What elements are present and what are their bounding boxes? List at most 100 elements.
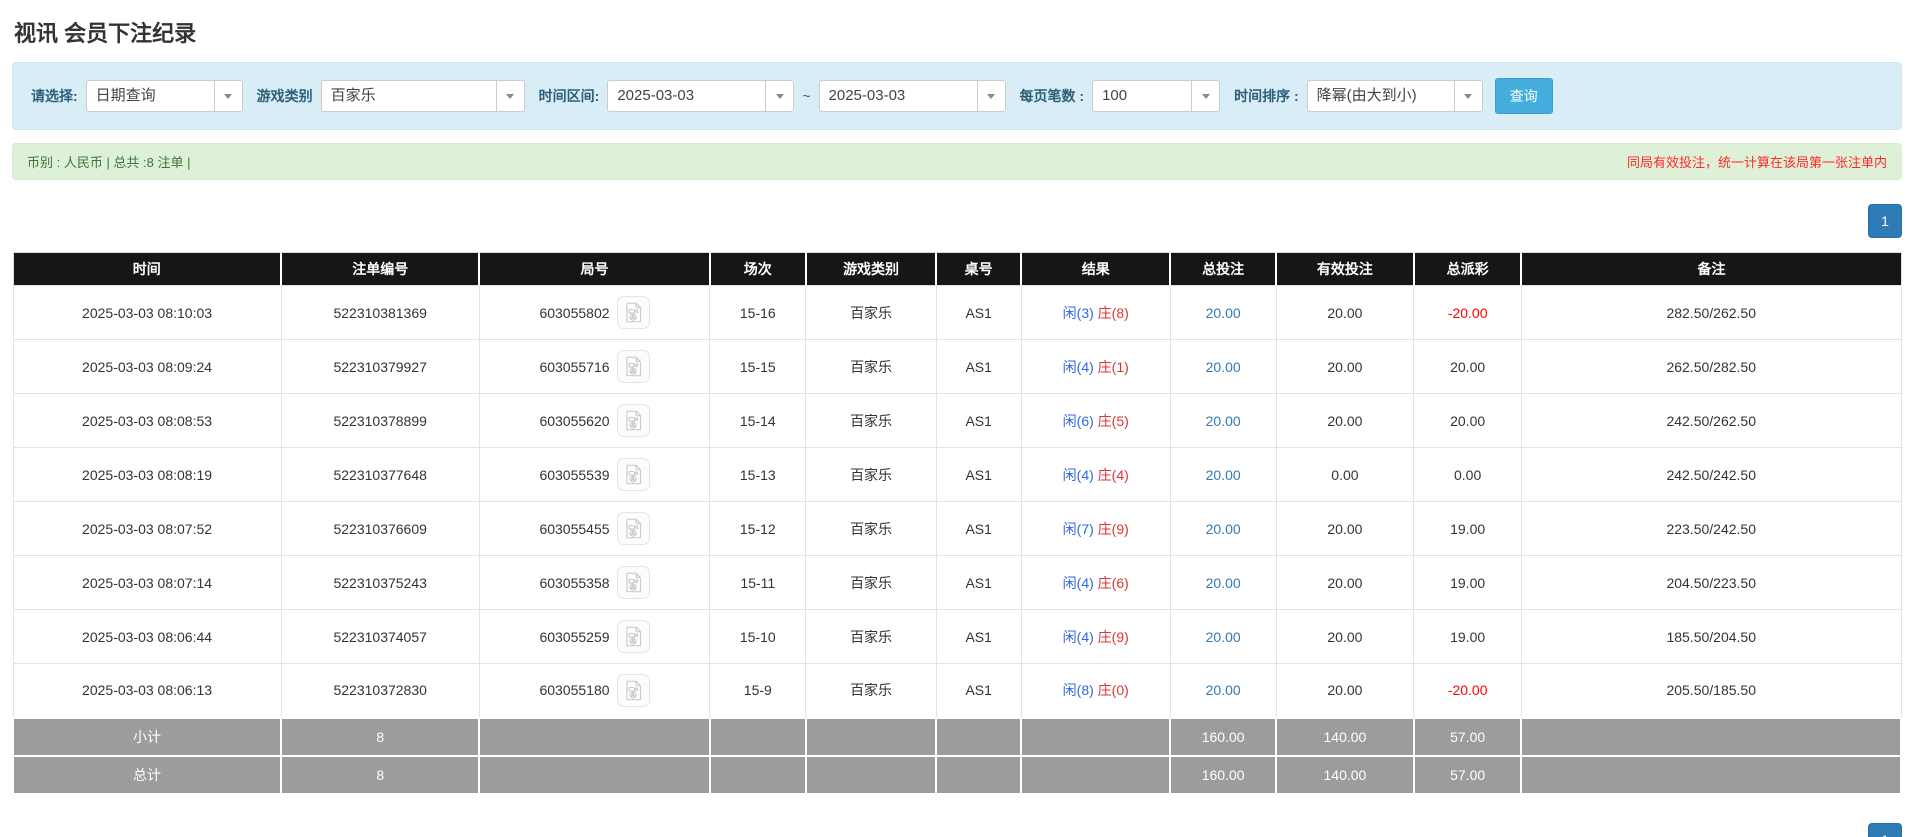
round-id: 603055180 [539, 682, 610, 699]
chevron-down-icon[interactable] [1453, 81, 1482, 111]
video-replay-button[interactable] [616, 512, 650, 545]
currency-summary-text: 币别 : 人民币 | 总共 :8 注单 | [27, 155, 191, 170]
total-bet-link[interactable]: 20.00 [1169, 663, 1277, 718]
table-row: 2025-03-03 08:09:24 522310379927 6030557… [12, 339, 1902, 394]
page: 视讯 会员下注纪录 请选择: 日期查询 游戏类别 百家乐 时间区间: 2025-… [0, 0, 1914, 837]
round-id-cell: 603055358 [478, 555, 711, 610]
query-type-value: 日期查询 [95, 87, 156, 104]
payout-value: -20.00 [1413, 663, 1522, 718]
table-no: AS1 [935, 285, 1022, 340]
payout-value: 0.00 [1413, 447, 1522, 502]
video-replay-button[interactable] [616, 566, 650, 599]
round-id: 603055620 [539, 412, 610, 429]
chevron-down-icon[interactable] [495, 81, 524, 111]
date-to-value: 2025-03-03 [828, 87, 906, 104]
video-replay-button[interactable] [616, 350, 650, 383]
total-bet-link[interactable]: 20.00 [1169, 555, 1277, 610]
result-player: 闲(7) [1062, 520, 1094, 537]
chevron-down-icon[interactable] [1191, 81, 1220, 111]
remark: 282.50/262.50 [1520, 285, 1902, 340]
query-type-select[interactable]: 日期查询 [85, 80, 243, 112]
video-replay-button[interactable] [616, 620, 650, 653]
table-row: 2025-03-03 08:07:52 522310376609 6030554… [12, 501, 1902, 556]
total-bet-link[interactable]: 20.00 [1169, 339, 1277, 394]
page-size-select[interactable]: 100 [1092, 80, 1221, 112]
chevron-down-icon[interactable] [976, 81, 1005, 111]
video-replay-button[interactable] [616, 404, 650, 437]
bet-id: 522310379927 [280, 339, 480, 394]
video-file-icon [625, 464, 641, 485]
page-1-button[interactable]: 1 [1868, 204, 1902, 238]
total-bet-link[interactable]: 20.00 [1169, 501, 1277, 556]
result-player: 闲(6) [1062, 412, 1094, 429]
valid-bet: 20.00 [1275, 339, 1415, 394]
subtotal-payout: 57.00 [1412, 716, 1523, 757]
result-cell: 闲(4) 庄(9) [1020, 609, 1171, 664]
col-header-total-bet: 总投注 [1170, 252, 1278, 286]
query-button[interactable]: 查询 [1494, 78, 1553, 114]
session-no: 15-14 [709, 393, 807, 448]
result-banker: 庄(0) [1097, 682, 1129, 699]
result-banker: 庄(9) [1097, 520, 1129, 537]
page-size-value: 100 [1102, 87, 1128, 104]
round-id: 603055259 [539, 628, 610, 645]
col-header-session: 场次 [709, 252, 807, 286]
chevron-down-icon[interactable] [213, 81, 242, 111]
game-type: 百家乐 [805, 663, 937, 718]
sort-order-select[interactable]: 降幂(由大到小) [1306, 80, 1483, 112]
bet-time: 2025-03-03 08:08:19 [12, 447, 282, 502]
result-banker: 庄(5) [1097, 412, 1129, 429]
game-type: 百家乐 [805, 501, 937, 556]
video-file-icon [625, 410, 641, 431]
total-bet-link[interactable]: 20.00 [1169, 285, 1277, 340]
col-header-valid-bet: 有效投注 [1276, 252, 1415, 286]
table-no: AS1 [935, 609, 1022, 664]
total-bet-link[interactable]: 20.00 [1169, 393, 1277, 448]
bet-time: 2025-03-03 08:06:44 [12, 609, 282, 664]
page-1-button[interactable]: 1 [1868, 822, 1902, 837]
table-no: AS1 [935, 663, 1022, 718]
valid-bet: 20.00 [1275, 285, 1415, 340]
col-header-game-type: 游戏类别 [805, 252, 938, 286]
subtotal-label: 小计 [11, 716, 283, 757]
video-replay-button[interactable] [616, 673, 650, 707]
round-id-cell: 603055539 [478, 447, 711, 502]
result-banker: 庄(4) [1097, 466, 1129, 483]
video-replay-button[interactable] [616, 458, 650, 491]
remark: 223.50/242.50 [1520, 501, 1902, 556]
video-replay-button[interactable] [616, 296, 650, 329]
total-bet-link[interactable]: 20.00 [1169, 609, 1277, 664]
total-valid-bet: 140.00 [1275, 754, 1415, 795]
game-type-select[interactable]: 百家乐 [320, 80, 525, 112]
video-file-icon [625, 518, 641, 539]
table-row: 2025-03-03 08:06:13 522310372830 6030551… [12, 663, 1902, 718]
chevron-down-icon[interactable] [765, 81, 794, 111]
video-file-icon [625, 680, 641, 701]
table-row: 2025-03-03 08:06:44 522310374057 6030552… [12, 609, 1902, 664]
table-no: AS1 [935, 555, 1022, 610]
round-id: 603055455 [539, 520, 610, 537]
round-id: 603055539 [539, 466, 610, 483]
payout-value: -20.00 [1413, 285, 1522, 340]
valid-bet-notice-text: 同局有效投注，统一计算在该局第一张注单内 [1626, 155, 1887, 170]
date-to-select[interactable]: 2025-03-03 [818, 80, 1006, 112]
payout-value: 19.00 [1413, 501, 1522, 556]
remark: 205.50/185.50 [1520, 663, 1902, 718]
game-type: 百家乐 [805, 285, 937, 340]
total-bet-link[interactable]: 20.00 [1169, 447, 1277, 502]
bet-id: 522310378899 [280, 393, 480, 448]
result-player: 闲(4) [1062, 466, 1094, 483]
time-range-label: 时间区间: [538, 88, 600, 104]
bet-time: 2025-03-03 08:08:53 [12, 393, 282, 448]
round-id-cell: 603055620 [478, 393, 711, 448]
bet-time: 2025-03-03 08:09:24 [12, 339, 282, 394]
result-player: 闲(4) [1062, 358, 1094, 375]
remark: 204.50/223.50 [1520, 555, 1902, 610]
bet-id: 522310381369 [280, 285, 480, 340]
col-header-round-id: 局号 [479, 252, 711, 286]
date-from-select[interactable]: 2025-03-03 [607, 80, 795, 112]
result-player: 闲(8) [1062, 682, 1094, 699]
bet-id: 522310372830 [280, 663, 480, 718]
game-type-label: 游戏类别 [256, 88, 313, 104]
betting-records-table: 时间 注单编号 局号 场次 游戏类别 桌号 结果 总投注 有效投注 总派彩 备注… [11, 252, 1902, 795]
